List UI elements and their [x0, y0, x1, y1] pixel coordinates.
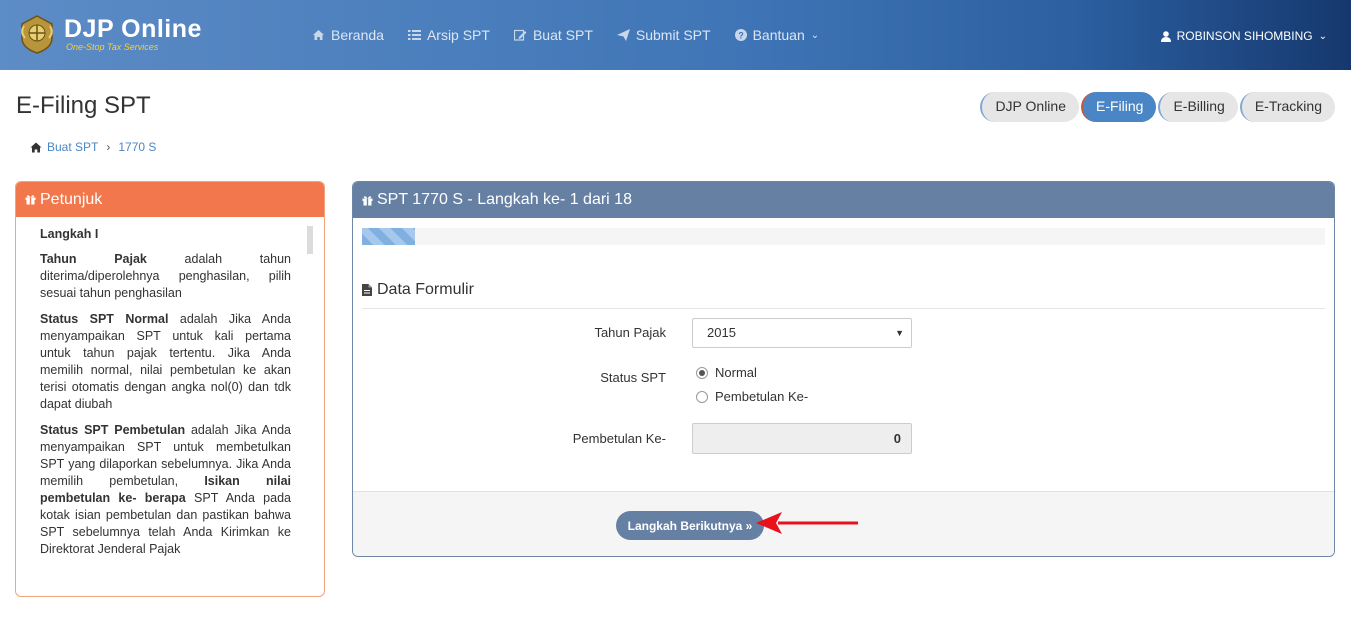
edit-icon: [513, 29, 527, 41]
nav-item-arsip-spt[interactable]: Arsip SPT: [407, 27, 490, 43]
nav-item-submit-spt[interactable]: Submit SPT: [616, 27, 711, 43]
pembetulan-ke-field: 0: [692, 423, 912, 454]
tahun-pajak-label: Tahun Pajak: [594, 325, 666, 340]
help-icon: ?: [734, 29, 747, 41]
radio-pembetulan[interactable]: Pembetulan Ke-: [696, 389, 808, 404]
petunjuk-paragraph: Status SPT Pembetulan adalah Jika Anda m…: [40, 423, 291, 556]
next-step-button[interactable]: Langkah Berikutnya »: [616, 511, 764, 540]
nav-item-label: Beranda: [331, 27, 384, 43]
section-title-text: Data Formulir: [377, 281, 474, 298]
main-menu: Beranda Arsip SPT Buat SPT Submit SPT ? …: [312, 27, 843, 43]
nav-item-buat-spt[interactable]: Buat SPT: [513, 27, 593, 43]
nav-item-label: Bantuan: [752, 27, 805, 43]
chevron-down-icon: ⌄: [810, 29, 820, 41]
file-icon: [362, 284, 372, 296]
pill-e-billing[interactable]: E-Billing: [1158, 92, 1238, 122]
dropdown-caret-icon: ▼: [895, 328, 904, 338]
gift-icon: [362, 195, 373, 205]
brand-subtitle: One-Stop Tax Services: [66, 42, 159, 52]
nav-item-label: Arsip SPT: [426, 27, 490, 43]
list-icon: [407, 30, 421, 40]
pill-e-tracking[interactable]: E-Tracking: [1239, 92, 1335, 122]
petunjuk-header: Petunjuk: [16, 182, 324, 217]
user-menu[interactable]: ROBINSON SIHOMBING ⌄: [1160, 29, 1327, 43]
petunjuk-paragraph: Tahun Pajak adalah tahun diterima/dipero…: [40, 252, 291, 300]
radio-button-checked[interactable]: [696, 366, 708, 379]
status-spt-label: Status SPT: [600, 370, 666, 385]
tahun-pajak-select[interactable]: 2015 ▼: [692, 318, 912, 348]
user-name: ROBINSON SIHOMBING: [1176, 29, 1313, 43]
form-panel-header: SPT 1770 S - Langkah ke- 1 dari 18: [353, 182, 1334, 218]
breadcrumb-1770s[interactable]: 1770 S: [118, 140, 156, 154]
home-icon: [313, 30, 324, 40]
user-icon: [1160, 30, 1171, 42]
radio-pembetulan-label: Pembetulan Ke-: [715, 389, 809, 404]
nav-item-label: Buat SPT: [532, 27, 593, 43]
tahun-pajak-value: 2015: [707, 325, 736, 340]
djp-logo-icon: [21, 15, 53, 54]
nav-item-label: Submit SPT: [635, 27, 711, 43]
radio-normal-label: Normal: [715, 365, 757, 380]
red-arrow-annotation: [756, 512, 858, 534]
breadcrumb-buat-spt[interactable]: Buat SPT: [47, 140, 98, 154]
radio-normal[interactable]: Normal: [696, 365, 757, 380]
breadcrumb-separator: ›: [106, 140, 111, 154]
step-progress-bar: [362, 228, 1325, 245]
petunjuk-paragraph: Status SPT Normal adalah Jika Anda menya…: [40, 312, 291, 411]
pembetulan-ke-label: Pembetulan Ke-: [572, 431, 666, 446]
breadcrumb: Buat SPT › 1770 S: [30, 140, 156, 154]
nav-item-beranda[interactable]: Beranda: [312, 27, 384, 43]
page-title: E-Filing SPT: [16, 92, 151, 119]
form-panel: SPT 1770 S - Langkah ke- 1 dari 18 Data …: [352, 181, 1335, 557]
petunjuk-panel: Petunjuk Langkah I Tahun Pajak adalah ta…: [15, 181, 325, 597]
top-navbar: DJP Online One-Stop Tax Services Beranda…: [0, 0, 1351, 70]
chevron-down-icon: ⌄: [1318, 30, 1327, 42]
section-divider: [362, 308, 1325, 309]
petunjuk-content: Langkah I Tahun Pajak adalah tahun diter…: [40, 226, 291, 567]
petunjuk-scrollbar[interactable]: [307, 226, 313, 254]
brand[interactable]: DJP Online One-Stop Tax Services: [18, 14, 202, 54]
radio-button[interactable]: [696, 390, 708, 403]
petunjuk-title: Petunjuk: [40, 190, 103, 208]
nav-item-bantuan[interactable]: ? Bantuan ⌄: [734, 27, 820, 43]
svg-text:?: ?: [738, 31, 744, 41]
pill-djp-online[interactable]: DJP Online: [980, 92, 1079, 122]
service-pills: DJP Online E-Filing E-Billing E-Tracking: [978, 92, 1335, 122]
form-panel-title: SPT 1770 S - Langkah ke- 1 dari 18: [377, 191, 632, 208]
section-title: Data Formulir: [362, 281, 474, 299]
home-icon: [30, 142, 42, 152]
send-icon: [616, 29, 630, 41]
petunjuk-heading: Langkah I: [40, 227, 99, 241]
step-progress-fill: [362, 228, 415, 245]
gift-icon: [25, 195, 36, 205]
brand-title: DJP Online: [64, 15, 202, 43]
pill-e-filing[interactable]: E-Filing: [1081, 92, 1157, 122]
